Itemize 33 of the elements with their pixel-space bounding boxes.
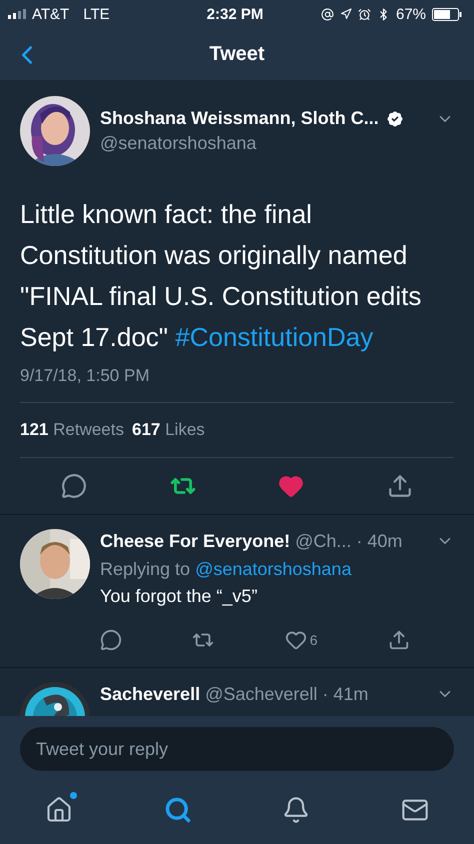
reply-input-field[interactable]: Tweet your reply	[20, 727, 454, 771]
author-name: Shoshana Weissmann, Sloth C...	[100, 108, 379, 129]
battery-icon	[432, 8, 462, 20]
network-type: LTE	[83, 6, 110, 22]
like-button[interactable]	[278, 473, 304, 499]
clock: 2:32 PM	[206, 6, 264, 22]
tweet-date: 9/17/18, 1:50 PM	[20, 366, 454, 403]
share-button[interactable]	[386, 473, 413, 499]
reply-time: · 40m	[356, 530, 402, 552]
notifications-tab[interactable]	[282, 796, 310, 824]
signal-icon	[8, 9, 26, 19]
carrier: AT&T	[32, 6, 70, 22]
alarm-icon	[358, 8, 371, 20]
hashtag-link[interactable]: #ConstitutionDay	[175, 322, 374, 352]
share-button[interactable]	[388, 629, 410, 651]
retweet-count[interactable]: 121 Retweets	[20, 420, 124, 440]
like-count[interactable]: 617 Likes	[132, 420, 205, 440]
tweet-text: Little known fact: the final Constitution was originally named "FINAL final U.S. Constitution edits Sept 17.doc" #ConstitutionDay	[20, 198, 422, 354]
screen-title: Tweet	[209, 42, 265, 66]
reply-author-name: Sacheverell	[100, 684, 200, 704]
reply-text: You forgot the “_v5”	[100, 586, 258, 607]
reply-button[interactable]	[61, 473, 88, 499]
replying-to-line: Replying to @senatorshoshana	[100, 559, 352, 580]
battery-percent: 67%	[396, 6, 426, 22]
mention-link[interactable]: @senatorshoshana	[195, 559, 352, 579]
search-tab[interactable]	[164, 796, 192, 824]
location-icon	[340, 8, 352, 20]
reply-time: · 41m	[322, 684, 368, 704]
reply-author-handle: @Ch...	[295, 530, 352, 552]
reply-author-handle: @Sacheverell	[205, 684, 318, 704]
reply-author-name: Cheese For Everyone!	[100, 530, 290, 552]
reply-button[interactable]	[100, 629, 122, 651]
author-handle: @senatorshoshana	[100, 133, 258, 154]
